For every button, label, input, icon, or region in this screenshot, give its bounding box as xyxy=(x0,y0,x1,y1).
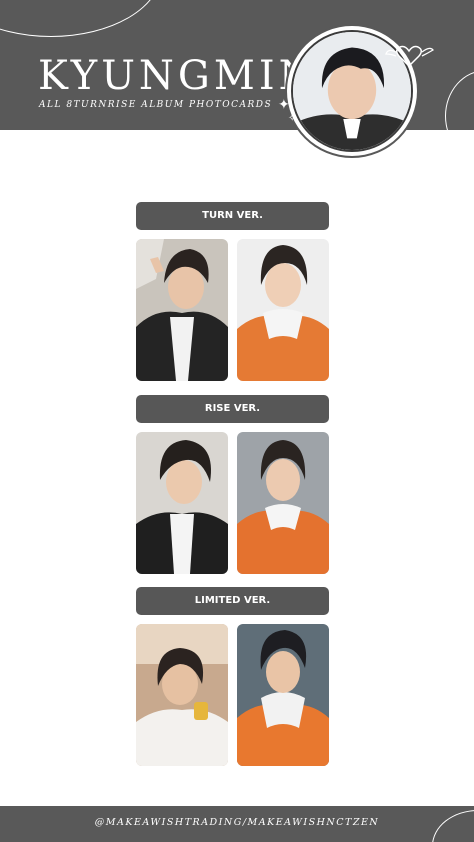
winged-heart-icon xyxy=(385,45,434,68)
photocard-turn-1 xyxy=(136,239,228,381)
footer-banner: @MAKEAWISHTRADING/MAKEAWISHNCTZEN xyxy=(0,806,474,842)
photocard-limited-2 xyxy=(237,624,329,766)
page-subtitle: ALL 8TURNRISE ALBUM PHOTOCARDS xyxy=(39,100,273,110)
decorative-arc xyxy=(0,0,162,37)
section-label-rise: RISE VER. xyxy=(136,395,329,423)
decorative-arc xyxy=(445,70,474,130)
photocard-rise-2 xyxy=(237,432,329,574)
photocard-turn-2 xyxy=(237,239,329,381)
page-title: KYUNGMIN xyxy=(38,53,318,99)
photocard-limited-1 xyxy=(136,624,228,766)
photocard-rise-1 xyxy=(136,432,228,574)
section-label-turn: TURN VER. xyxy=(136,202,329,230)
footer-handle: @MAKEAWISHTRADING/MAKEAWISHNCTZEN xyxy=(94,817,380,828)
sparkle-icon: ✧ xyxy=(288,113,297,124)
sparkle-icon: ✦ xyxy=(278,97,290,113)
section-label-limited: LIMITED VER. xyxy=(136,587,329,615)
